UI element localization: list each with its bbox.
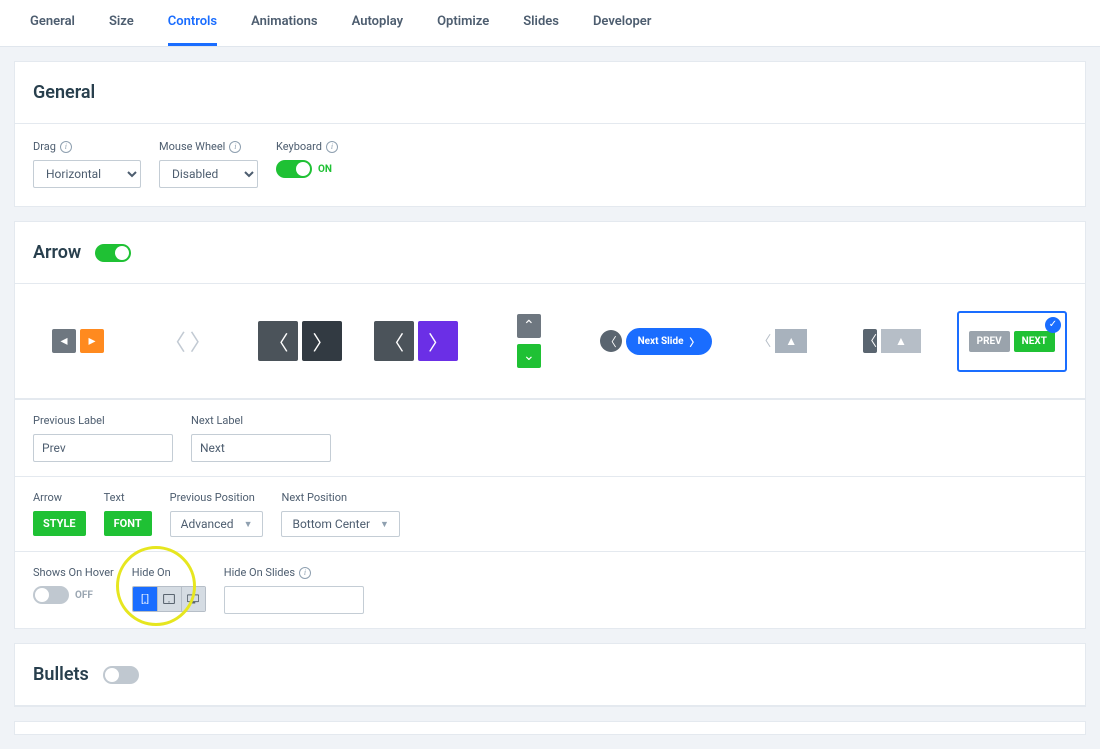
next-position-label: Next Position xyxy=(281,491,399,504)
mobile-icon xyxy=(139,594,151,604)
tab-optimize[interactable]: Optimize xyxy=(437,0,489,46)
arrow-style-gallery: ◂▸ 〈〉 〈〉 〈〉 ⌃⌄ 〈 Next Slide〉 〈 ▲ 〈 ▲ ✓ P… xyxy=(15,284,1085,398)
desktop-icon xyxy=(187,594,199,604)
panel-bullets: Bullets xyxy=(14,643,1086,707)
next-position-select[interactable]: Bottom Center▼ xyxy=(281,511,399,537)
arrow-style-5[interactable]: ⌃⌄ xyxy=(484,306,574,376)
drag-select[interactable]: Horizontal xyxy=(33,160,141,188)
info-icon[interactable]: i xyxy=(326,141,338,153)
settings-tabs: General Size Controls Animations Autopla… xyxy=(0,0,1100,47)
hide-on-seg xyxy=(132,586,206,612)
arrow-style-4[interactable]: 〈〉 xyxy=(368,313,464,369)
panel-arrow: Arrow ◂▸ 〈〉 〈〉 〈〉 ⌃⌄ 〈 Next Slide〉 〈 ▲ 〈… xyxy=(14,221,1086,629)
field-drag: Drag i Horizontal xyxy=(33,140,141,188)
hide-on-slides-input[interactable] xyxy=(224,586,364,614)
drag-label: Drag xyxy=(33,140,56,153)
tab-animations[interactable]: Animations xyxy=(251,0,317,46)
mousewheel-select[interactable]: Disabled xyxy=(159,160,258,188)
tab-slides[interactable]: Slides xyxy=(523,0,559,46)
arrow-style-8[interactable]: 〈 ▲ xyxy=(847,321,937,361)
arrow-style-9[interactable]: ✓ PREV NEXT xyxy=(957,311,1067,372)
keyboard-toggle-state: ON xyxy=(318,164,332,175)
previous-position-select[interactable]: Advanced▼ xyxy=(170,511,264,537)
info-icon[interactable]: i xyxy=(299,567,311,579)
keyboard-toggle[interactable] xyxy=(276,160,312,178)
arrow-style-button[interactable]: STYLE xyxy=(33,511,86,536)
previous-label-label: Previous Label xyxy=(33,414,173,427)
panel-title-general: General xyxy=(33,82,95,103)
panel-next xyxy=(14,721,1086,735)
hide-on-tablet[interactable] xyxy=(157,587,181,611)
arrow-style-3[interactable]: 〈〉 xyxy=(252,313,348,369)
previous-label-input[interactable] xyxy=(33,434,173,462)
tab-autoplay[interactable]: Autoplay xyxy=(352,0,403,46)
tab-size[interactable]: Size xyxy=(109,0,134,46)
arrow-style-7[interactable]: 〈 ▲ xyxy=(737,321,827,361)
hide-on-desktop[interactable] xyxy=(181,587,205,611)
tab-general[interactable]: General xyxy=(30,0,75,46)
panel-general: General Drag i Horizontal Mouse Wheel i … xyxy=(14,61,1086,207)
hide-on-mobile[interactable] xyxy=(133,587,157,611)
tab-developer[interactable]: Developer xyxy=(593,0,652,46)
hide-on-slides-label: Hide On Slides xyxy=(224,566,295,579)
text-font-button[interactable]: FONT xyxy=(104,511,152,536)
shows-on-hover-toggle[interactable] xyxy=(33,586,69,604)
next-label-input[interactable] xyxy=(191,434,331,462)
shows-on-hover-state: OFF xyxy=(75,590,93,601)
text-font-label: Text xyxy=(104,491,152,504)
panel-title-bullets: Bullets xyxy=(33,664,89,685)
shows-on-hover-label: Shows On Hover xyxy=(33,566,114,579)
panel-title-arrow: Arrow xyxy=(33,242,81,263)
field-keyboard: Keyboard i ON xyxy=(276,140,338,188)
info-icon[interactable]: i xyxy=(229,141,241,153)
field-mousewheel: Mouse Wheel i Disabled xyxy=(159,140,258,188)
arrow-style-2[interactable]: 〈〉 xyxy=(143,317,233,365)
check-icon: ✓ xyxy=(1045,317,1061,333)
previous-position-label: Previous Position xyxy=(170,491,264,504)
arrow-style-1[interactable]: ◂▸ xyxy=(33,321,123,361)
bullets-toggle[interactable] xyxy=(103,666,139,684)
info-icon[interactable]: i xyxy=(60,141,72,153)
arrow-style-label: Arrow xyxy=(33,491,86,504)
next-label-label: Next Label xyxy=(191,414,331,427)
keyboard-label: Keyboard xyxy=(276,140,322,153)
hide-on-label: Hide On xyxy=(132,566,206,579)
arrow-style-6[interactable]: 〈 Next Slide〉 xyxy=(594,320,718,363)
mousewheel-label: Mouse Wheel xyxy=(159,140,225,153)
tablet-icon xyxy=(163,594,175,604)
arrow-toggle[interactable] xyxy=(95,244,131,262)
tab-controls[interactable]: Controls xyxy=(168,0,217,46)
